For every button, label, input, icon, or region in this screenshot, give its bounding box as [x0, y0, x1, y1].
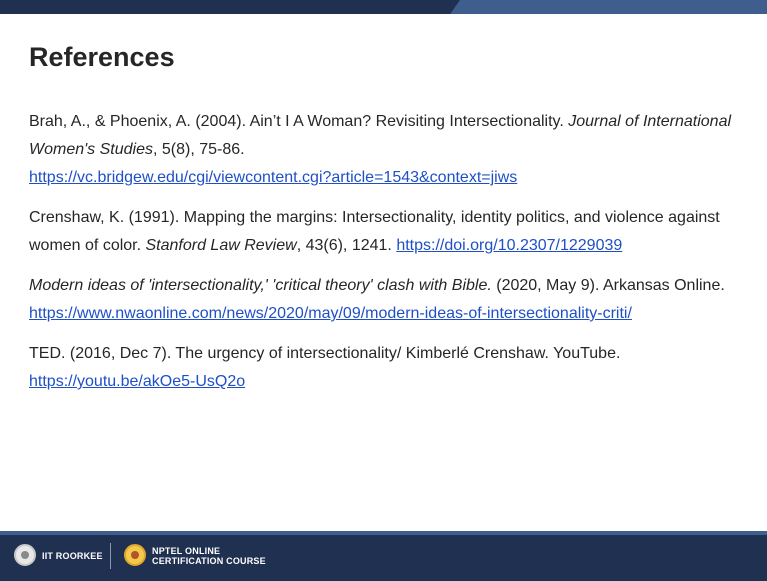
- reference-link-arkansas-online[interactable]: https://www.nwaonline.com/news/2020/may/…: [29, 305, 632, 322]
- reference-text: TED. (2016, Dec 7). The urgency of inter…: [29, 345, 621, 362]
- reference-list: Brah, A., & Phoenix, A. (2004). Ain’t I …: [29, 108, 749, 408]
- reference-item-arkansas-online: Modern ideas of 'intersectionality,' 'cr…: [29, 272, 749, 328]
- reference-details: , 43(6), 1241.: [296, 237, 397, 254]
- reference-link-ted[interactable]: https://youtu.be/akOe5-UsQ2o: [29, 373, 245, 390]
- slide-title: References: [29, 42, 175, 72]
- nptel-logo-icon: [124, 544, 146, 566]
- reference-item-brah: Brah, A., & Phoenix, A. (2004). Ain’t I …: [29, 108, 749, 192]
- reference-item-crenshaw: Crenshaw, K. (1991). Mapping the margins…: [29, 204, 749, 260]
- top-banner-accent: [450, 0, 767, 14]
- course-label-line2: CERTIFICATION COURSE: [152, 556, 266, 566]
- reference-text: Brah, A., & Phoenix, A. (2004). Ain’t I …: [29, 113, 569, 130]
- course-label: NPTEL ONLINE CERTIFICATION COURSE: [152, 546, 266, 566]
- institute-label: IIT ROORKEE: [42, 551, 103, 561]
- footer-divider: [110, 543, 111, 569]
- reference-journal: Stanford Law Review: [145, 237, 297, 254]
- course-label-line1: NPTEL ONLINE: [152, 546, 221, 556]
- reference-item-ted: TED. (2016, Dec 7). The urgency of inter…: [29, 340, 749, 396]
- top-banner-bar: [0, 0, 767, 14]
- reference-link-crenshaw[interactable]: https://doi.org/10.2307/1229039: [396, 237, 622, 254]
- reference-details: , 5(8), 75-86.: [153, 141, 245, 158]
- iit-roorkee-logo-icon: [14, 544, 36, 566]
- footer-accent-strip: [0, 531, 767, 535]
- reference-details: (2020, May 9). Arkansas Online.: [491, 277, 725, 294]
- reference-title: Modern ideas of 'intersectionality,' 'cr…: [29, 277, 492, 294]
- reference-link-brah[interactable]: https://vc.bridgew.edu/cgi/viewcontent.c…: [29, 169, 517, 186]
- footer-bar: IIT ROORKEE NPTEL ONLINE CERTIFICATION C…: [0, 531, 767, 581]
